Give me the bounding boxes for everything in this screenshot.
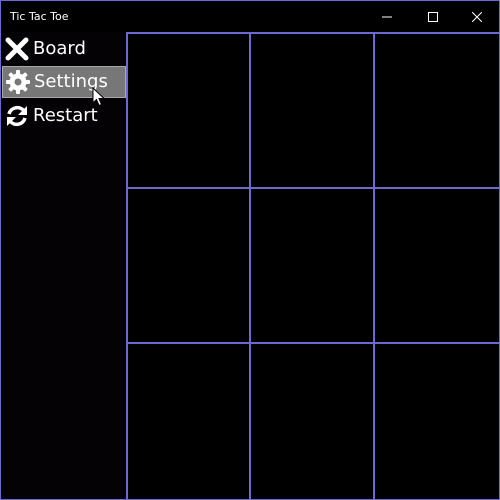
gear-icon [3, 66, 33, 98]
maximize-button[interactable] [410, 1, 456, 32]
sidebar-item-restart[interactable]: Restart [2, 100, 126, 132]
board-cell-3-3[interactable] [375, 344, 499, 499]
maximize-icon [428, 11, 438, 22]
sidebar-item-label: Restart [33, 105, 98, 126]
board-cell-3-1[interactable] [128, 344, 251, 499]
close-button[interactable] [454, 1, 500, 32]
sidebar-item-board[interactable]: Board [2, 33, 126, 65]
tic-tac-toe-board [126, 32, 499, 499]
board-cell-1-3[interactable] [375, 34, 499, 189]
app-window: Tic Tac Toe Board Settings Restart [0, 0, 500, 500]
sidebar-item-settings[interactable]: Settings [2, 66, 126, 98]
board-cell-2-2[interactable] [251, 189, 375, 344]
sidebar-item-label: Settings [34, 71, 108, 92]
board-cell-1-2[interactable] [251, 34, 375, 189]
board-cell-3-2[interactable] [251, 344, 375, 499]
sidebar-nav: Board Settings Restart [1, 32, 126, 499]
x-mark-icon [2, 33, 32, 65]
board-cell-2-1[interactable] [128, 189, 251, 344]
title-bar[interactable]: Tic Tac Toe [1, 1, 499, 32]
refresh-icon [2, 100, 32, 132]
minimize-button[interactable] [364, 1, 410, 32]
sidebar-item-label: Board [33, 38, 86, 59]
window-title: Tic Tac Toe [10, 10, 69, 23]
board-cell-1-1[interactable] [128, 34, 251, 189]
close-icon [472, 11, 482, 22]
board-cell-2-3[interactable] [375, 189, 499, 344]
minimize-icon [382, 16, 392, 17]
